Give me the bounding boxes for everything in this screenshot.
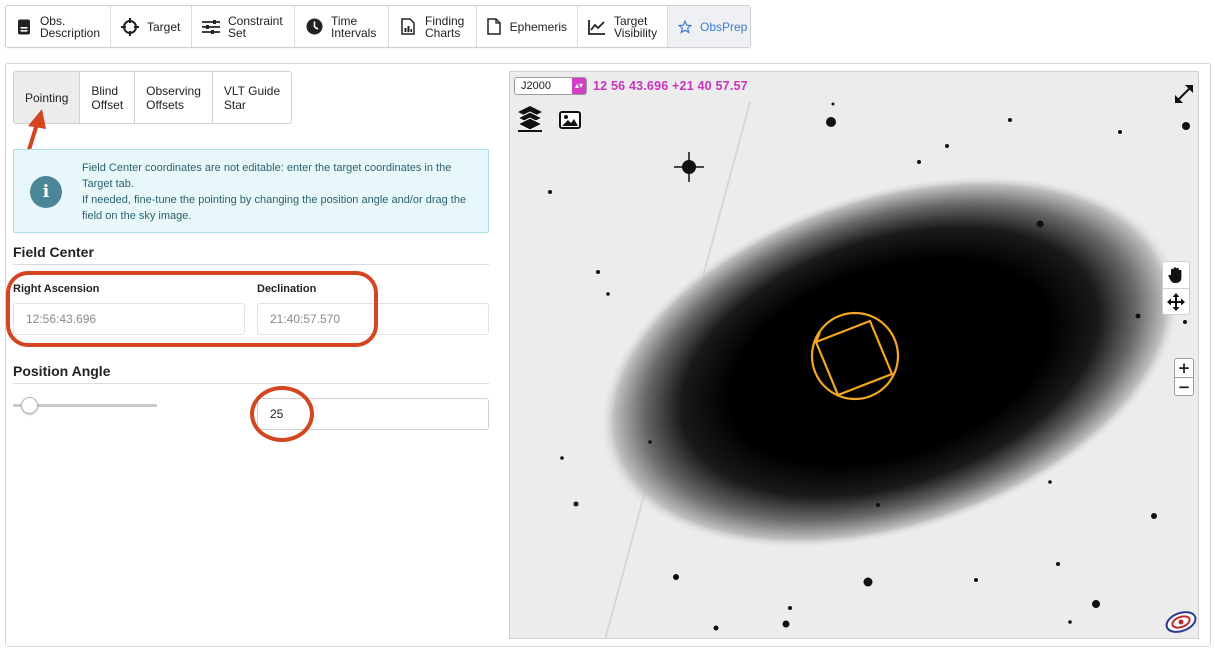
sky-image-viewer[interactable]: J2000 ▴▾ 12 56 43.696 +21 40 57.57 + − xyxy=(509,71,1199,639)
tab-label: Finding Charts xyxy=(425,13,465,40)
pointing-subtabs: Pointing Blind Offset Observing Offsets … xyxy=(13,71,293,124)
move-mode-button[interactable] xyxy=(1163,288,1189,314)
dec-label: Declination xyxy=(257,283,317,295)
tab-constraint-set[interactable]: Constraint Set xyxy=(192,6,295,47)
tab-target[interactable]: Target xyxy=(111,6,192,47)
zoom-out-button[interactable]: − xyxy=(1175,377,1193,396)
expand-icon xyxy=(1175,85,1193,103)
dec-field[interactable]: 21:40:57.570 xyxy=(257,303,489,335)
tab-label: ObsPrep xyxy=(700,19,748,34)
obsprep-panel: Pointing Blind Offset Observing Offsets … xyxy=(5,63,1211,647)
info-icon: i xyxy=(30,176,62,208)
star-icon xyxy=(678,18,692,36)
position-angle-slider-thumb[interactable] xyxy=(21,397,38,414)
frame-select-value: J2000 xyxy=(521,80,551,92)
coordinate-bar: J2000 ▴▾ 12 56 43.696 +21 40 57.57 xyxy=(514,77,748,95)
ra-field[interactable]: 12:56:43.696 xyxy=(13,303,245,335)
cursor-coordinates: 12 56 43.696 +21 40 57.57 xyxy=(593,79,748,93)
zoom-controls: + − xyxy=(1174,358,1194,396)
info-alert: i Field Center coordinates are not edita… xyxy=(13,149,489,233)
aladin-logo xyxy=(1165,611,1197,633)
layers-button[interactable] xyxy=(516,105,544,133)
subtab-blind-offset[interactable]: Blind Offset xyxy=(80,72,136,123)
position-angle-input[interactable]: 25 xyxy=(257,398,489,430)
tab-label: Target xyxy=(147,19,181,34)
chart-file-icon xyxy=(399,18,417,36)
tab-finding-charts[interactable]: Finding Charts xyxy=(389,6,477,47)
ra-label: Right Ascension xyxy=(13,283,100,295)
info-line-1: Field Center coordinates are not editabl… xyxy=(82,162,452,190)
pan-mode-button[interactable] xyxy=(1163,262,1189,288)
image-icon xyxy=(559,111,581,129)
tab-label: Time Intervals xyxy=(331,13,377,40)
tab-label: Constraint Set xyxy=(228,13,283,40)
tab-obsprep[interactable]: ObsPrep xyxy=(668,6,750,47)
subtab-observing-offsets[interactable]: Observing Offsets xyxy=(135,72,213,123)
fullscreen-button[interactable] xyxy=(1170,80,1198,108)
position-angle-title: Position Angle xyxy=(13,363,111,379)
subtab-vlt-guide-star[interactable]: VLT Guide Star xyxy=(213,72,291,123)
hand-icon xyxy=(1168,267,1182,283)
field-center-title: Field Center xyxy=(13,244,94,260)
tab-time-intervals[interactable]: Time Intervals xyxy=(295,6,389,47)
info-text: Field Center coordinates are not editabl… xyxy=(82,160,482,224)
top-tab-bar: Obs. Description Target Constraint Set T… xyxy=(5,5,751,48)
interaction-mode-controls xyxy=(1162,261,1190,315)
frame-select[interactable]: J2000 ▴▾ xyxy=(514,77,587,95)
sliders-icon xyxy=(202,18,220,36)
tab-label: Ephemeris xyxy=(509,19,567,34)
tab-label: Obs. Description xyxy=(39,13,100,40)
zoom-in-button[interactable]: + xyxy=(1175,359,1193,377)
image-survey-button[interactable] xyxy=(556,106,584,134)
sky-image xyxy=(510,72,1198,638)
move-arrows-icon xyxy=(1167,292,1185,311)
chevron-up-down-icon: ▴▾ xyxy=(572,78,586,94)
clock-icon xyxy=(305,18,323,36)
subtab-pointing[interactable]: Pointing xyxy=(14,72,81,123)
crosshair-icon xyxy=(121,17,139,36)
document-icon xyxy=(16,18,32,36)
line-chart-icon xyxy=(588,18,606,36)
divider xyxy=(13,264,489,265)
tab-ephemeris[interactable]: Ephemeris xyxy=(477,6,578,47)
tab-label: Target Visibility xyxy=(614,13,658,40)
layers-icon xyxy=(517,106,543,132)
divider xyxy=(13,383,489,384)
file-icon xyxy=(487,18,502,36)
tab-target-visibility[interactable]: Target Visibility xyxy=(578,6,668,47)
info-line-2: If needed, fine-tune the pointing by cha… xyxy=(82,194,467,222)
tab-obs-description[interactable]: Obs. Description xyxy=(6,6,111,47)
